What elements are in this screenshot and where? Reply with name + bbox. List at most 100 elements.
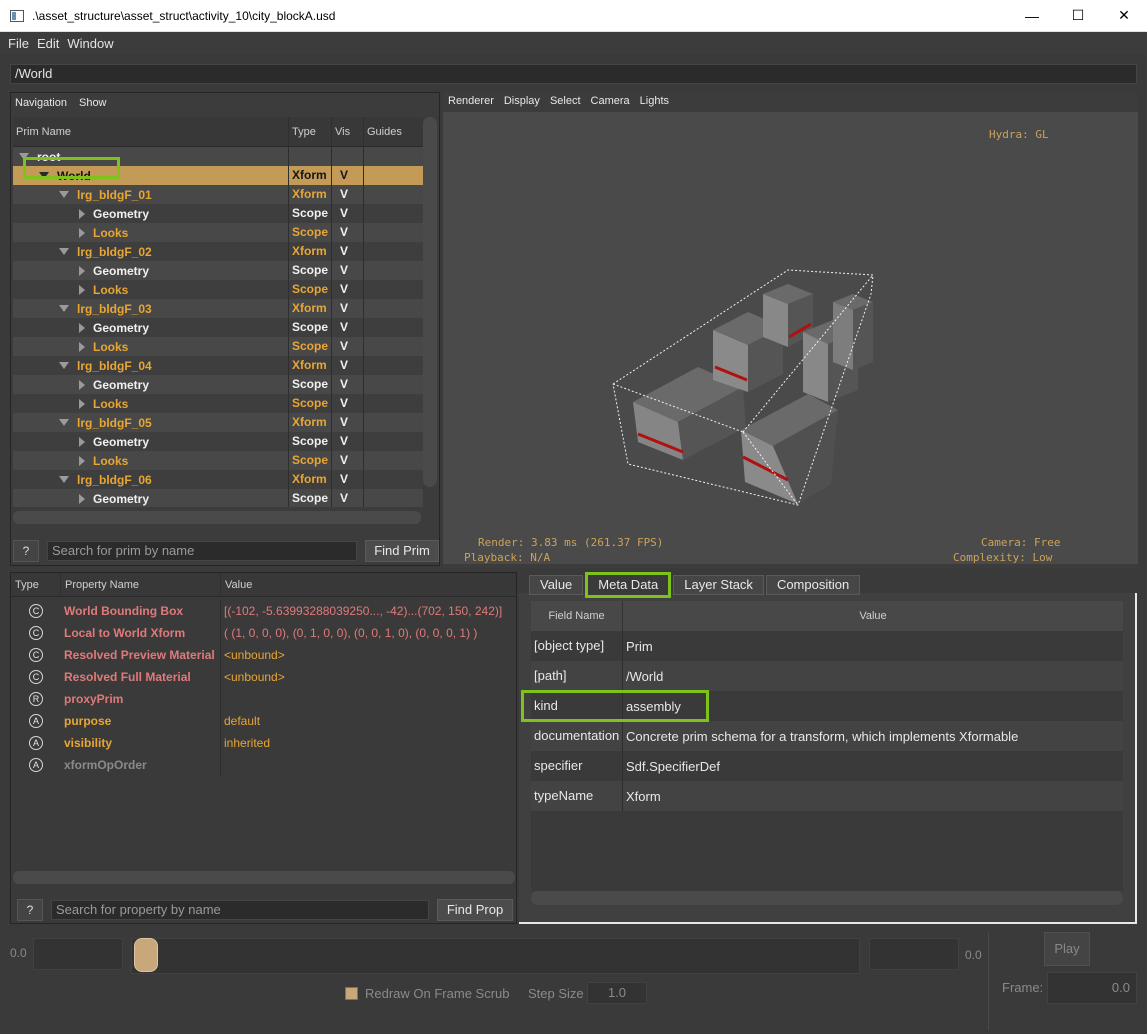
collapse-icon[interactable] <box>79 436 85 447</box>
start-frame-label: 0.0 <box>10 946 27 960</box>
collapse-icon[interactable] <box>79 265 85 276</box>
menu-file[interactable]: File <box>4 36 33 51</box>
tree-row[interactable]: lrg_bldgF_05 Xform V <box>13 413 423 432</box>
tree-row[interactable]: Looks Scope V <box>13 394 423 413</box>
metadata-row[interactable]: [path]/World <box>531 661 1123 691</box>
collapse-icon[interactable] <box>79 284 85 295</box>
tree-horizontal-scrollbar[interactable] <box>13 511 421 524</box>
minimize-button[interactable]: — <box>1009 0 1055 32</box>
metadata-row[interactable]: typeName Xform <box>531 781 1123 811</box>
expand-icon[interactable] <box>59 362 69 369</box>
property-row[interactable]: AxformOpOrder <box>11 754 516 776</box>
play-button[interactable]: Play <box>1044 932 1090 966</box>
tree-row[interactable]: Geometry Scope V <box>13 318 423 337</box>
property-row[interactable]: Avisibility inherited <box>11 732 516 754</box>
tree-row[interactable]: Looks Scope V <box>13 223 423 242</box>
prim-search-input[interactable]: Search for prim by name <box>47 541 357 561</box>
frame-label: Frame: <box>1002 980 1044 995</box>
metadata-scrollbar[interactable] <box>531 891 1123 905</box>
menu-window[interactable]: Window <box>63 36 117 51</box>
col-prim-name[interactable]: Prim Name <box>13 117 289 146</box>
property-row[interactable]: RproxyPrim <box>11 688 516 710</box>
viewport-canvas[interactable]: Hydra: GL Render: 3.83 ms (261.37 FPS) P… <box>443 112 1138 564</box>
expand-icon[interactable] <box>59 191 69 198</box>
tree-row[interactable]: Geometry Scope V <box>13 432 423 451</box>
frame-slider-track[interactable] <box>131 938 860 974</box>
select-menu[interactable]: Select <box>550 95 581 107</box>
find-prop-button[interactable]: Find Prop <box>437 899 513 921</box>
property-row[interactable]: Apurpose default <box>11 710 516 732</box>
tree-row[interactable]: lrg_bldgF_06 Xform V <box>13 470 423 489</box>
frame-slider-handle[interactable] <box>134 938 158 972</box>
tree-row[interactable]: lrg_bldgF_03 Xform V <box>13 299 423 318</box>
tab-layer-stack[interactable]: Layer Stack <box>673 575 764 595</box>
collapse-icon[interactable] <box>79 341 85 352</box>
property-list: C World Bounding Box [(-102, -5.6399328803… <box>11 597 516 776</box>
property-row[interactable]: C Resolved Preview Material <unbound> <box>11 644 516 666</box>
col-prop-value[interactable]: Value <box>221 573 516 596</box>
show-menu[interactable]: Show <box>79 97 107 109</box>
prim-path-field[interactable]: /World <box>10 64 1137 84</box>
collapse-icon[interactable] <box>79 398 85 409</box>
property-row[interactable]: C Resolved Full Material <unbound> <box>11 666 516 688</box>
tree-row[interactable]: lrg_bldgF_02 Xform V <box>13 242 423 261</box>
col-guides[interactable]: Guides <box>364 117 423 146</box>
tab-value[interactable]: Value <box>529 575 584 595</box>
collapse-icon[interactable] <box>79 455 85 466</box>
tree-row[interactable]: Looks Scope V <box>13 451 423 470</box>
tree-row[interactable]: Looks Scope V <box>13 337 423 356</box>
menu-edit[interactable]: Edit <box>33 36 63 51</box>
redraw-checkbox[interactable] <box>345 987 358 1000</box>
expand-icon[interactable] <box>59 419 69 426</box>
property-scrollbar[interactable] <box>13 871 515 884</box>
col-prop-name[interactable]: Property Name <box>61 573 221 596</box>
collapse-icon[interactable] <box>79 227 85 238</box>
col-field-value[interactable]: Value <box>623 601 1123 631</box>
col-prop-type[interactable]: Type <box>11 573 61 596</box>
metadata-row[interactable]: specifier Sdf.SpecifierDef <box>531 751 1123 781</box>
expand-icon[interactable] <box>59 248 69 255</box>
tree-row[interactable]: Looks Scope V <box>13 280 423 299</box>
expand-icon[interactable] <box>59 476 69 483</box>
collapse-icon[interactable] <box>79 208 85 219</box>
col-vis[interactable]: Vis <box>332 117 364 146</box>
camera-menu[interactable]: Camera <box>591 95 630 107</box>
expand-icon[interactable] <box>59 305 69 312</box>
tree-row[interactable]: lrg_bldgF_04 Xform V <box>13 356 423 375</box>
metadata-row[interactable]: documentation Concrete prim schema for a … <box>531 721 1123 751</box>
col-type[interactable]: Type <box>289 117 332 146</box>
property-search-input[interactable]: Search for property by name <box>51 900 429 920</box>
metadata-row-kind[interactable]: kind assembly <box>521 690 1123 722</box>
tree-row[interactable]: Geometry Scope V <box>13 489 423 507</box>
tab-meta-data[interactable]: Meta Data <box>585 572 672 598</box>
start-frame-field[interactable] <box>33 938 123 970</box>
frame-field[interactable]: 0.0 <box>1047 972 1137 1004</box>
col-field-name[interactable]: Field Name <box>531 601 623 631</box>
prim-help-button[interactable]: ? <box>13 540 39 562</box>
navigation-menu[interactable]: Navigation <box>15 97 67 109</box>
renderer-menu[interactable]: Renderer <box>448 95 494 107</box>
display-menu[interactable]: Display <box>504 95 540 107</box>
title-bar: .\asset_structure\asset_struct\activity_… <box>0 0 1147 32</box>
tree-row[interactable]: lrg_bldgF_01 Xform V <box>13 185 423 204</box>
collapse-icon[interactable] <box>79 379 85 390</box>
find-prim-button[interactable]: Find Prim <box>365 540 439 562</box>
scene-render <box>612 269 874 506</box>
metadata-row[interactable]: [object type] Prim <box>531 631 1123 661</box>
maximize-button[interactable]: ☐ <box>1055 0 1101 32</box>
end-frame-field[interactable] <box>869 938 959 970</box>
tree-row[interactable]: Geometry Scope V <box>13 375 423 394</box>
tree-row[interactable]: Geometry Scope V <box>13 261 423 280</box>
property-row[interactable]: C World Bounding Box [(-102, -5.6399328803… <box>11 600 516 622</box>
property-help-button[interactable]: ? <box>17 899 43 921</box>
collapse-icon[interactable] <box>79 322 85 333</box>
lights-menu[interactable]: Lights <box>640 95 669 107</box>
step-size-field[interactable]: 1.0 <box>587 982 647 1004</box>
close-button[interactable]: ✕ <box>1101 0 1147 32</box>
property-row[interactable]: C Local to World Xform( (1, 0, 0, 0), (0,… <box>11 622 516 644</box>
tab-composition[interactable]: Composition <box>765 575 861 595</box>
tree-row-selected[interactable]: World Xform V <box>13 157 423 185</box>
collapse-icon[interactable] <box>79 493 85 504</box>
tree-row[interactable]: Geometry Scope V <box>13 204 423 223</box>
tree-vertical-scrollbar[interactable] <box>423 117 437 487</box>
